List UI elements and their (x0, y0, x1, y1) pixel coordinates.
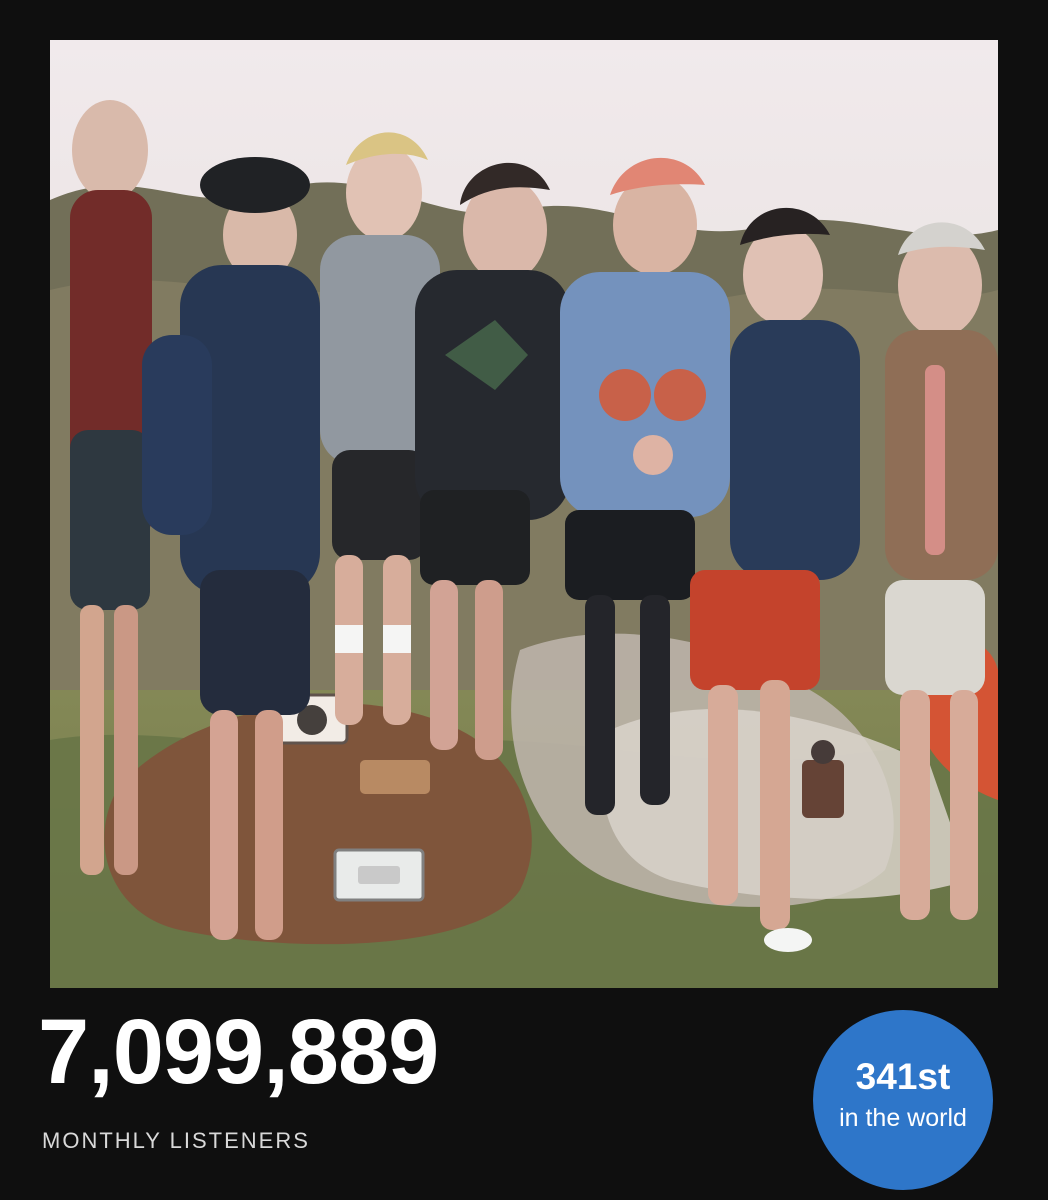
world-rank-badge: 341st in the world (813, 1010, 993, 1190)
world-rank-caption: in the world (839, 1103, 967, 1132)
world-rank-value: 341st (855, 1055, 951, 1097)
artist-photo (50, 40, 998, 988)
artist-photo-illustration (50, 40, 998, 988)
monthly-listeners-value: 7,099,889 (38, 1001, 439, 1103)
monthly-listeners-label: MONTHLY LISTENERS (42, 1128, 310, 1153)
